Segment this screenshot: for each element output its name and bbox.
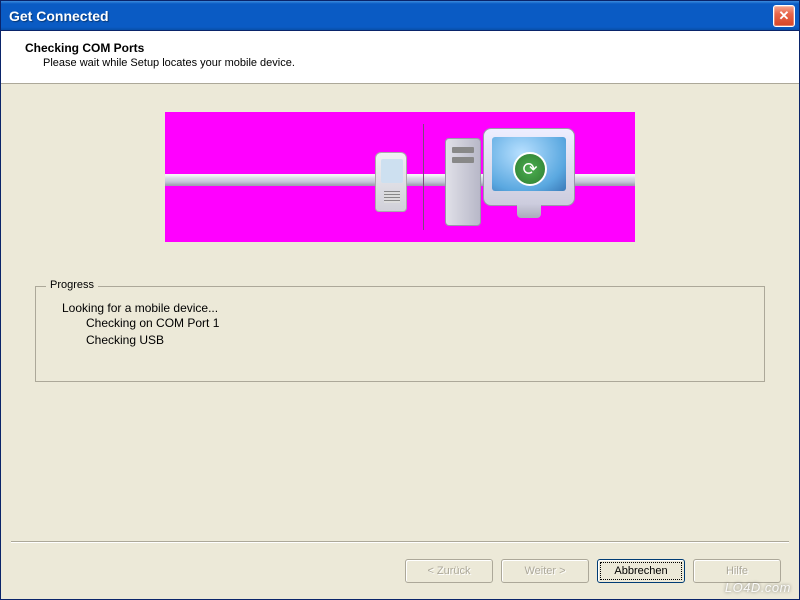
- next-button[interactable]: Weiter >: [501, 559, 589, 583]
- progress-group: Progress Looking for a mobile device... …: [35, 286, 765, 382]
- separator: [11, 541, 789, 543]
- wizard-window: Get Connected ✕ Checking COM Ports Pleas…: [0, 0, 800, 600]
- cancel-button[interactable]: Abbrechen: [597, 559, 685, 583]
- header-panel: Checking COM Ports Please wait while Set…: [1, 31, 799, 84]
- tower-icon: [445, 138, 481, 226]
- window-title: Get Connected: [9, 8, 109, 24]
- status-step: Checking on COM Port 1: [52, 315, 748, 332]
- monitor-stand: [517, 204, 541, 218]
- sync-icon: ⟳: [513, 152, 547, 186]
- close-button[interactable]: ✕: [773, 5, 795, 27]
- help-button[interactable]: Hilfe: [693, 559, 781, 583]
- status-message: Looking for a mobile device...: [52, 301, 748, 315]
- computer-icon: ⟳: [445, 128, 575, 228]
- mobile-phone-icon: [375, 152, 407, 212]
- close-icon: ✕: [779, 8, 790, 24]
- page-title: Checking COM Ports: [25, 41, 775, 55]
- titlebar: Get Connected ✕: [1, 1, 799, 31]
- page-subtitle: Please wait while Setup locates your mob…: [25, 57, 775, 69]
- progress-legend: Progress: [46, 279, 98, 291]
- connection-illustration: ⟳: [165, 112, 635, 242]
- back-button[interactable]: < Zurück: [405, 559, 493, 583]
- divider: [423, 124, 424, 230]
- button-row: < Zurück Weiter > Abbrechen Hilfe: [405, 559, 781, 583]
- content-area: ⟳ Progress Looking for a mobile device..…: [1, 112, 799, 382]
- status-step: Checking USB: [52, 332, 748, 349]
